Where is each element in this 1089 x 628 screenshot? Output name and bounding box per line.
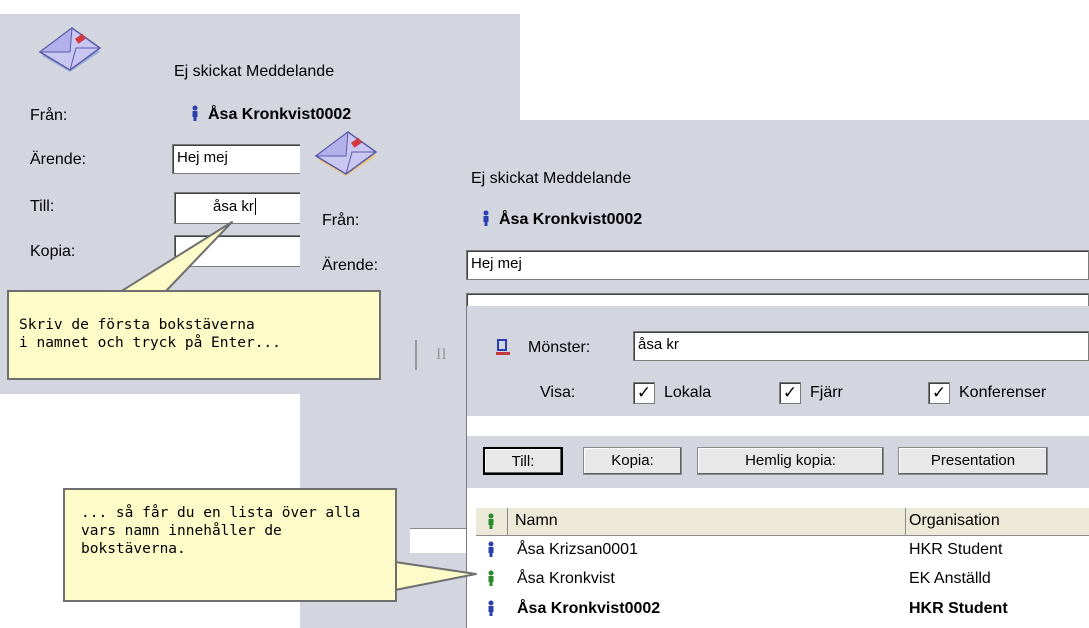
callout-type-letters: Skriv de första bokstäverna i namnet och… [7, 290, 381, 380]
callout-list-result: ... så får du en lista över alla vars na… [63, 488, 397, 602]
